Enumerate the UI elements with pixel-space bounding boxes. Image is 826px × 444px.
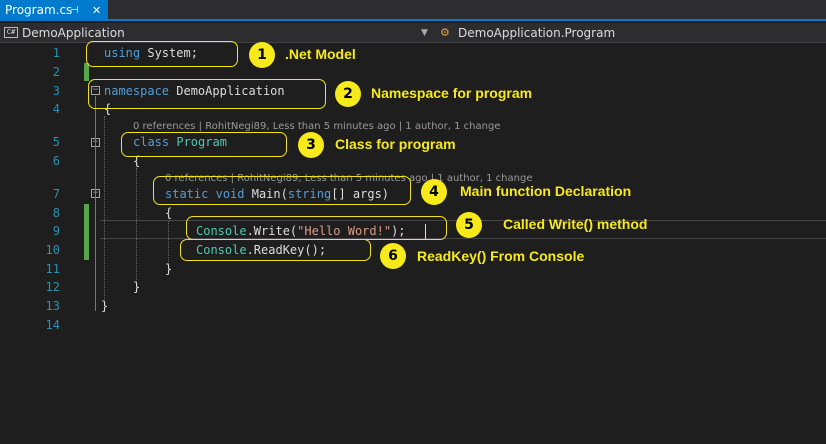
annotation-box-3 — [121, 132, 287, 157]
outline-guide — [95, 199, 96, 269]
change-indicator — [84, 204, 89, 260]
line-number: 7 — [52, 187, 60, 201]
navigation-bar: C# DemoApplication ▼ ⚙ DemoApplication.P… — [0, 23, 826, 43]
indent-guide — [104, 116, 105, 312]
line-number: 12 — [45, 280, 60, 294]
annotation-label-6: ReadKey() From Console — [417, 248, 585, 264]
code-line-13: } — [101, 299, 109, 313]
annotation-box-2 — [88, 79, 326, 109]
type-scope-dropdown[interactable]: ⚙ DemoApplication.Program — [436, 23, 826, 43]
annotation-box-5 — [186, 216, 447, 240]
scope-name: DemoApplication.Program — [458, 26, 616, 40]
class-icon: ⚙ — [440, 26, 450, 39]
glyph-margin — [0, 44, 20, 444]
tab-title: Program.cs — [5, 3, 73, 17]
code-line-8: { — [165, 206, 173, 220]
line-number: 6 — [52, 154, 60, 168]
document-tab-bar: Program.cs ⊣ ✕ — [0, 0, 826, 21]
chevron-down-icon: ▼ — [421, 28, 428, 38]
line-number: 3 — [52, 84, 60, 98]
code-line-12: } — [133, 280, 141, 294]
annotation-badge-1: 1 — [249, 42, 275, 68]
annotation-label-5: Called Write() method — [503, 216, 648, 232]
annotation-label-2: Namespace for program — [371, 85, 533, 101]
annotation-label-1: .Net Model — [285, 46, 356, 62]
annotation-badge-2: 2 — [335, 81, 361, 107]
line-number: 9 — [52, 224, 60, 238]
code-line-11: } — [165, 262, 173, 276]
annotation-badge-6: 6 — [380, 243, 406, 269]
project-name: DemoApplication — [22, 26, 125, 40]
line-number: 1 — [52, 46, 60, 60]
close-icon[interactable]: ✕ — [92, 0, 101, 21]
pin-icon[interactable]: ⊣ — [70, 0, 79, 21]
annotation-badge-4: 4 — [421, 179, 447, 205]
tab-program-cs[interactable]: Program.cs ⊣ ✕ — [0, 0, 108, 21]
annotation-badge-3: 3 — [298, 132, 324, 158]
annotation-box-6 — [180, 239, 371, 261]
line-number: 4 — [52, 102, 60, 116]
line-number: 14 — [45, 318, 60, 332]
line-number: 5 — [52, 135, 60, 149]
annotation-badge-5: 5 — [456, 212, 482, 238]
annotation-label-4: Main function Declaration — [460, 183, 632, 199]
project-dropdown[interactable]: C# DemoApplication ▼ — [0, 23, 434, 43]
csharp-project-icon: C# — [4, 27, 18, 38]
line-number: 2 — [52, 65, 60, 79]
line-number: 10 — [45, 243, 60, 257]
line-number: 8 — [52, 206, 60, 220]
line-number: 11 — [45, 262, 60, 276]
annotation-label-3: Class for program — [335, 136, 456, 152]
annotation-box-1 — [86, 41, 238, 67]
line-number: 13 — [45, 299, 60, 313]
annotation-box-4 — [153, 176, 411, 205]
